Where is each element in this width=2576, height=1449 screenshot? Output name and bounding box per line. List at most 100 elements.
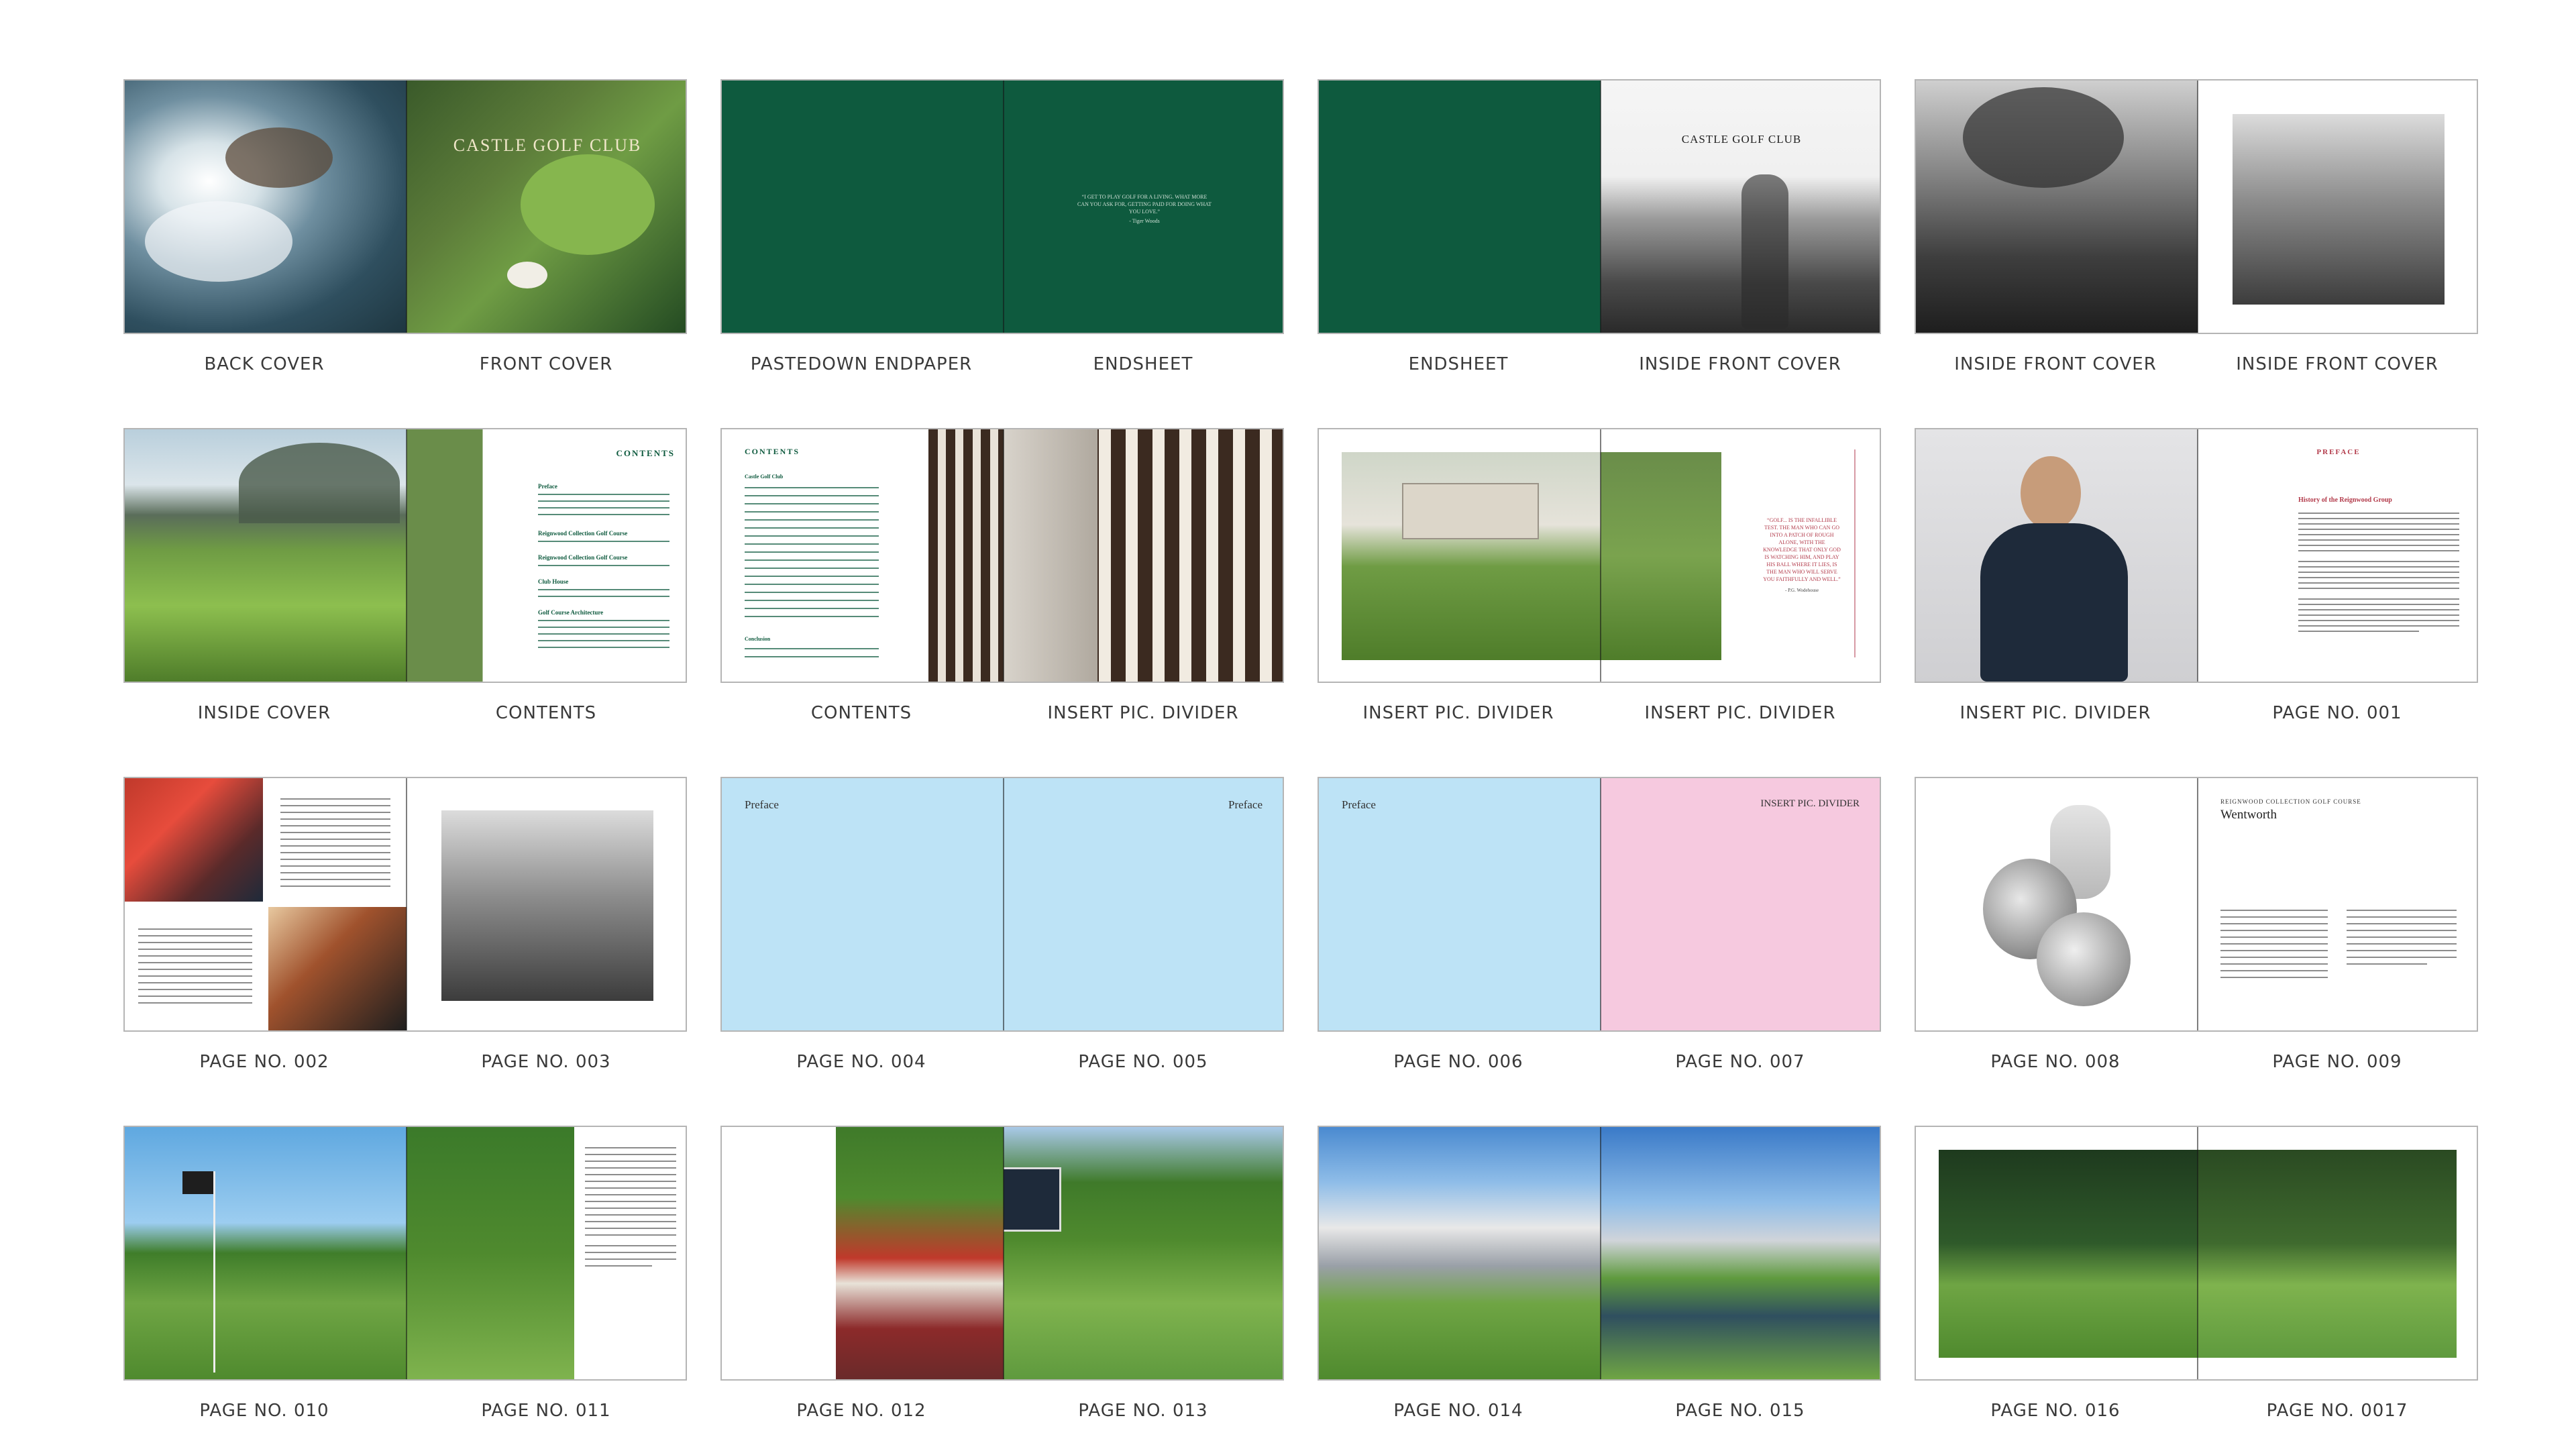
toc-line <box>745 503 879 504</box>
spread-preface[interactable]: PREFACE History of the Reignwood Group <box>1915 428 2478 683</box>
caption: INSERT PIC. DIVIDER <box>1362 703 1554 723</box>
text-line <box>2220 923 2328 924</box>
flag-icon <box>182 1171 213 1194</box>
toc-line <box>745 495 879 496</box>
text-line <box>2220 916 2328 918</box>
contents-section: Reignwood Collection Golf Course <box>538 554 628 561</box>
spread-contents[interactable]: CONTENTS Preface Reignwood Collection Go… <box>123 428 687 683</box>
contents-heading: CONTENTS <box>616 448 675 458</box>
text-line <box>2347 930 2457 931</box>
text-line <box>2298 609 2459 610</box>
spread-insert-divider[interactable]: “GOLF... IS THE INFALLIBLE TEST. THE MAN… <box>1318 428 1881 683</box>
crowd-photo <box>836 1127 1004 1379</box>
spread-cover[interactable]: CASTLE GOLF CLUB <box>123 79 687 334</box>
caption: PAGE NO. 003 <box>481 1052 611 1072</box>
group-photo <box>2233 114 2445 305</box>
page-012 <box>722 1127 1004 1379</box>
toc-line <box>745 600 879 601</box>
spread-012-013[interactable] <box>720 1126 1284 1381</box>
text-line <box>585 1208 676 1209</box>
page-007: INSERT PIC. DIVIDER <box>1601 778 1880 1030</box>
divider-quote-author: - P.G. Wodehouse <box>1785 588 1819 593</box>
spread-014-015[interactable] <box>1318 1126 1881 1381</box>
insert-divider-page: “GOLF... IS THE INFALLIBLE TEST. THE MAN… <box>1601 429 1880 682</box>
text-line <box>585 1221 676 1222</box>
toc-line <box>745 527 879 529</box>
front-cover-title: CASTLE GOLF CLUB <box>453 136 642 155</box>
text-line <box>2220 957 2328 958</box>
page-002 <box>125 778 407 1030</box>
spine-fold <box>1003 778 1004 1030</box>
caption: INSIDE FRONT COVER <box>1639 354 1841 374</box>
caption: PAGE NO. 004 <box>796 1052 926 1072</box>
caption: PAGE NO. 008 <box>1990 1052 2121 1072</box>
toc-line <box>745 616 879 617</box>
text-line <box>2347 963 2427 965</box>
text-line <box>280 818 390 820</box>
page-015 <box>1601 1127 1880 1379</box>
text-line <box>2347 936 2457 938</box>
text-line <box>138 935 252 936</box>
toc-line <box>538 500 669 502</box>
caption: BACK COVER <box>204 354 325 374</box>
spread-contents-divider[interactable]: CONTENTS Castle Golf Club Conclusion <box>720 428 1284 683</box>
insert-divider-page <box>1319 429 1601 682</box>
caption: INSERT PIC. DIVIDER <box>1960 703 2151 723</box>
building-shape <box>1402 483 1539 539</box>
text-line <box>2220 977 2328 978</box>
caption: INSIDE FRONT COVER <box>1954 354 2157 374</box>
toc-line <box>538 507 669 508</box>
text-line <box>585 1154 676 1155</box>
toc-line <box>538 565 669 566</box>
spread-016-017[interactable] <box>1915 1126 2478 1381</box>
text-line <box>585 1174 676 1175</box>
spread-006-007[interactable]: Preface INSERT PIC. DIVIDER <box>1318 777 1881 1032</box>
caption: PAGE NO. 009 <box>2272 1052 2402 1072</box>
text-line <box>2298 620 2459 621</box>
text-line <box>280 885 390 887</box>
page-006: Preface <box>1319 778 1601 1030</box>
text-line <box>585 1234 676 1236</box>
estate-photo <box>1342 452 1601 660</box>
toc-line <box>538 596 669 597</box>
text-line <box>585 1167 676 1169</box>
contents-section: Club House <box>538 578 569 585</box>
toc-line <box>538 620 669 621</box>
spread-endpaper[interactable]: “I GET TO PLAY GOLF FOR A LIVING. WHAT M… <box>720 79 1284 334</box>
spine-fold <box>1600 778 1601 1030</box>
caption: PAGE NO. 016 <box>1990 1401 2121 1421</box>
text-line <box>2298 545 2459 546</box>
contents-section: Golf Course Architecture <box>538 609 604 616</box>
toc-line <box>538 494 669 495</box>
page-004: Preface <box>722 778 1004 1030</box>
text-line <box>585 1265 652 1267</box>
spread-inside-front[interactable] <box>1915 79 2478 334</box>
text-line <box>585 1228 676 1229</box>
text-line <box>280 832 390 833</box>
text-line <box>280 798 390 800</box>
caption: FRONT COVER <box>479 354 613 374</box>
pastedown-page <box>722 80 1004 333</box>
spread-004-005[interactable]: Preface Preface <box>720 777 1284 1032</box>
fairway-photo-continued <box>2198 1150 2457 1358</box>
spread-endsheet[interactable]: CASTLE GOLF CLUB <box>1318 79 1881 334</box>
text-line <box>2298 582 2459 584</box>
text-line <box>2298 523 2459 525</box>
quote-rule <box>1854 449 1856 657</box>
spread-010-011[interactable] <box>123 1126 687 1381</box>
spine-fold <box>1003 429 1004 682</box>
text-line <box>280 839 390 840</box>
toc-line <box>745 487 879 488</box>
spine-fold <box>406 778 407 1030</box>
text-line <box>280 872 390 873</box>
page-0017 <box>2198 1127 2477 1379</box>
inside-cover-page <box>125 429 407 682</box>
spine-fold <box>406 429 407 682</box>
text-line <box>2220 936 2328 938</box>
text-line <box>138 975 252 977</box>
spread-008-009[interactable]: REIGNWOOD COLLECTION GOLF COURSE Wentwor… <box>1915 777 2478 1032</box>
caption: PAGE NO. 002 <box>199 1052 329 1072</box>
text-line <box>280 825 390 826</box>
page-010 <box>125 1127 407 1379</box>
spread-002-003[interactable] <box>123 777 687 1032</box>
